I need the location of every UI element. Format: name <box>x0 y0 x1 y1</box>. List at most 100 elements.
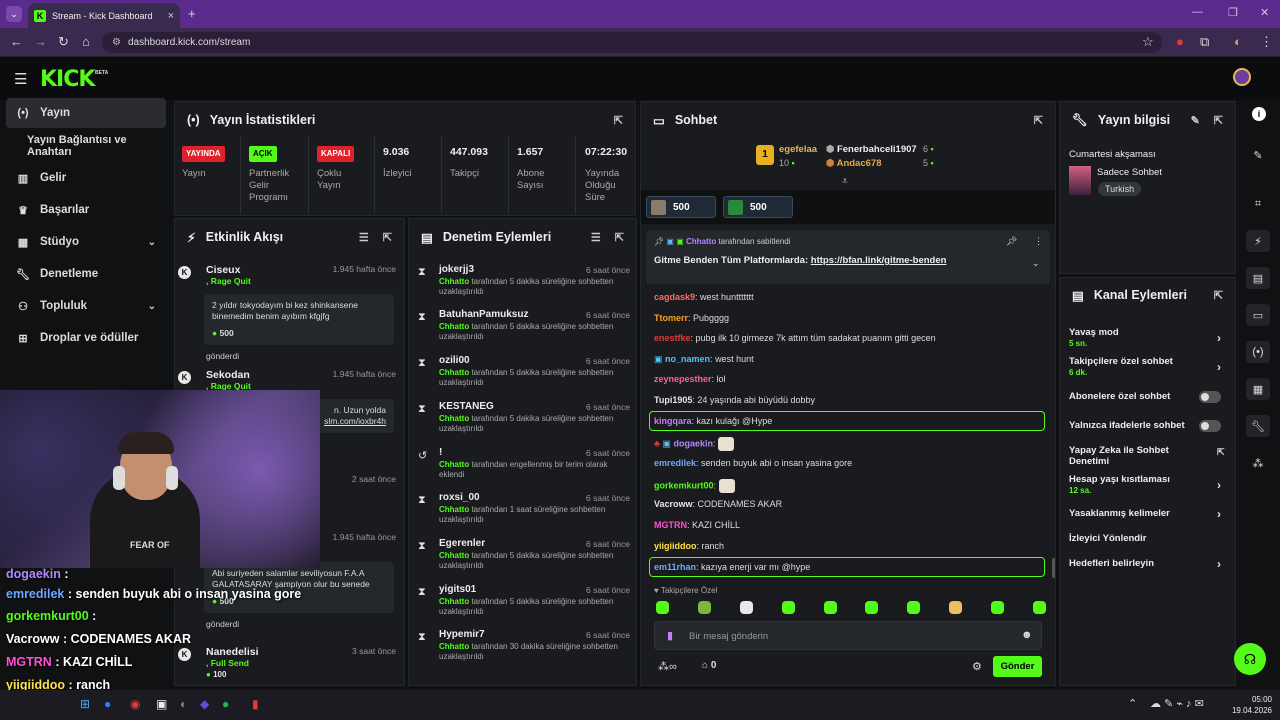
mod-target[interactable]: yigits01 <box>439 584 476 595</box>
chat-username[interactable]: Vacroww <box>654 499 693 509</box>
mod-target[interactable]: Hypemir7 <box>439 629 485 640</box>
ai-moderation-row[interactable]: Yapay Zeka ile Sohbet Denetimi ⇱ <box>1069 445 1225 467</box>
chat-input[interactable]: ▮ Bir mesaj gönderin ☻ <box>654 621 1042 650</box>
url-field[interactable]: ⚙ dashboard.kick.com/stream <box>102 32 1162 53</box>
chat-username[interactable]: Tupi1905 <box>654 395 692 405</box>
more-icon[interactable]: ⋮ <box>1034 236 1043 247</box>
chevron-down-icon[interactable]: ⌄ <box>1032 258 1040 269</box>
send-button[interactable]: Gönder <box>993 656 1042 677</box>
banned-words-row[interactable]: Yasaklanmış kelimeler › <box>1069 507 1225 521</box>
reload-icon[interactable]: ↻ <box>58 34 69 50</box>
filter-icon[interactable]: ☰ <box>359 231 369 244</box>
bookmark-star-icon[interactable]: ☆ <box>1142 34 1154 50</box>
goals-row[interactable]: Hedefleri belirleyin › <box>1069 557 1225 571</box>
mod-target[interactable]: BatuhanPamuksuz <box>439 309 528 320</box>
popout-icon[interactable]: ⇱ <box>1034 114 1043 127</box>
new-tab-icon[interactable]: + <box>188 6 196 21</box>
chat-username[interactable]: kingqara <box>654 416 692 426</box>
info-icon[interactable]: i <box>1252 107 1266 121</box>
stream-category[interactable]: Sadece Sohbet <box>1097 167 1162 178</box>
extensions-puzzle-icon[interactable]: ⧉ <box>1200 34 1209 50</box>
mod-target[interactable]: KESTANEG <box>439 401 494 412</box>
mod-target[interactable]: ! <box>439 447 442 458</box>
app-icon[interactable]: ◐ <box>180 697 187 711</box>
more-apps-icon[interactable]: ⁂ <box>1246 452 1270 474</box>
tab-search-icon[interactable]: ⌄ <box>6 6 22 22</box>
emote-icon[interactable] <box>1032 601 1046 614</box>
sidebar-item-studyo[interactable]: ▦ Stüdyo ⌄ <box>6 227 166 257</box>
pinned-link[interactable]: https://bfan.link/gitme-benden <box>811 255 947 266</box>
chat-username[interactable]: dogaekin <box>673 438 713 448</box>
app-red-icon[interactable]: ▮ <box>252 697 259 711</box>
browser-menu-icon[interactable]: ⋮ <box>1260 34 1273 50</box>
profile-icon[interactable]: ◐ <box>1234 34 1242 49</box>
avatar[interactable] <box>1233 68 1251 86</box>
raid-row[interactable]: İzleyici Yönlendir <box>1069 533 1225 544</box>
chrome-icon[interactable]: ◉ <box>130 697 140 711</box>
focus-icon[interactable]: ⌗ <box>1246 193 1270 215</box>
sidebar-item-droplar[interactable]: ⊞ Droplar ve ödüller <box>6 323 166 353</box>
mod-target[interactable]: ozili00 <box>439 355 470 366</box>
site-info-icon[interactable]: ⚙ <box>112 32 121 53</box>
account-age-row[interactable]: Hesap yaşı kısıtlaması 12 sa. › <box>1069 474 1225 495</box>
gift-pill-1[interactable]: 500 <box>646 196 716 218</box>
popout-icon[interactable]: ⇱ <box>383 231 392 244</box>
sidebar-item-basarilar[interactable]: ♛ Başarılar <box>6 195 166 225</box>
extension-icon[interactable]: ● <box>1176 34 1184 49</box>
emote-icon[interactable] <box>823 601 837 614</box>
minimize-icon[interactable]: — <box>1192 6 1203 18</box>
top-gifter-3[interactable]: ⬢ Andac678 <box>826 158 881 169</box>
chat-username[interactable]: no_namen <box>665 354 710 364</box>
gift-pill-2[interactable]: 500 <box>723 196 793 218</box>
sidebar-item-yayin[interactable]: (•) Yayın <box>6 98 166 128</box>
folder-icon[interactable]: ▣ <box>156 697 167 711</box>
chat-username[interactable]: emredilek <box>654 458 696 468</box>
kick-logo[interactable]: KICK <box>40 67 95 92</box>
emote-icon[interactable] <box>907 601 921 614</box>
maximize-icon[interactable]: ❐ <box>1228 6 1238 19</box>
popout-icon[interactable]: ⇱ <box>615 231 624 244</box>
sidebar-item-gelir[interactable]: ▥ Gelir <box>6 163 166 193</box>
emote-icon[interactable] <box>865 601 879 614</box>
clock[interactable]: 05:00 19.04.2026 <box>1224 694 1272 716</box>
sidebar-item-denetleme[interactable]: 🔧︎ Denetleme <box>6 259 166 289</box>
menu-icon[interactable]: ☰ <box>14 70 27 88</box>
emote-only-toggle[interactable] <box>1199 420 1221 432</box>
unpin-icon[interactable]: 📌︎ <box>1006 236 1017 247</box>
emote-icon[interactable] <box>949 601 963 614</box>
edit-icon[interactable]: ✎ <box>1246 144 1270 166</box>
chat-username[interactable]: Ttomerr <box>654 313 688 323</box>
expand-leaderboard-icon[interactable]: ⩡ <box>842 176 848 187</box>
chat-username[interactable]: cagdask9 <box>654 292 695 302</box>
popout-icon[interactable]: ⇱ <box>614 114 623 127</box>
emote-icon[interactable] <box>739 601 753 614</box>
close-window-icon[interactable]: ✕ <box>1260 6 1269 19</box>
mod-target[interactable]: Egerenler <box>439 538 485 549</box>
broadcast-icon[interactable]: (•) <box>1246 341 1270 363</box>
chat-username[interactable]: zeynepesther <box>654 374 712 384</box>
emote-icon[interactable] <box>781 601 795 614</box>
forward-icon[interactable]: → <box>34 34 47 49</box>
points-icon[interactable]: ⁂∞ <box>658 660 677 673</box>
sidebar-item-topluluk[interactable]: ⚇ Topluluk ⌄ <box>6 291 166 321</box>
back-icon[interactable]: ← <box>10 34 23 49</box>
browser-tab[interactable]: K Stream - Kick Dashboard × <box>28 3 180 28</box>
discord-icon[interactable]: ◆ <box>200 697 209 711</box>
popout-icon[interactable]: ⇱ <box>1214 114 1223 127</box>
popout-icon[interactable]: ⇱ <box>1214 289 1223 302</box>
chat-icon[interactable]: ▭ <box>1246 304 1270 326</box>
mic-icon[interactable]: ▮ <box>667 629 673 642</box>
filter-icon[interactable]: ☰ <box>591 231 601 244</box>
dashboard-icon[interactable]: ▦ <box>1246 378 1270 400</box>
emote-icon[interactable] <box>656 601 669 614</box>
top-gifter-1[interactable]: egefelaa <box>779 144 817 155</box>
mod-target[interactable]: jokerjj3 <box>439 264 474 275</box>
chat-username[interactable]: yiigiiddoo <box>654 541 697 551</box>
edit-icon[interactable]: ✎ <box>1191 114 1200 127</box>
feed-link[interactable]: slm.com/ioxbr4h <box>324 416 386 426</box>
emote-icon[interactable] <box>991 601 1004 614</box>
chat-username[interactable]: gorkemkurt00 <box>654 480 714 490</box>
points-display[interactable]: ⌂ 0 <box>702 660 716 671</box>
close-tab-icon[interactable]: × <box>168 10 174 22</box>
support-icon[interactable]: ☊ <box>1234 643 1266 675</box>
